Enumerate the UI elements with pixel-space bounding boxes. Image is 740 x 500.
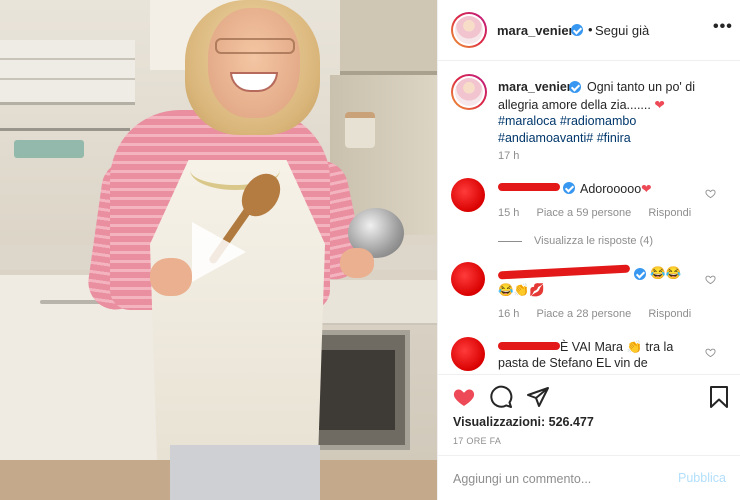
comment-icon[interactable] xyxy=(489,385,513,409)
caption-avatar[interactable] xyxy=(451,74,487,110)
verified-badge-icon xyxy=(634,268,646,280)
more-horizontal-icon[interactable]: ••• xyxy=(713,19,733,35)
hashtag-link[interactable]: #andiamoavanti# xyxy=(498,131,593,145)
heart-emoji-icon: ❤ xyxy=(654,98,665,112)
post-side-panel: mara_venier • Segui già ••• mara_venier … xyxy=(437,0,740,500)
caption-hashtags: #andiamoavanti# #finira xyxy=(498,131,631,145)
comment-like-heart-icon[interactable] xyxy=(705,274,716,285)
comment-like-heart-icon[interactable] xyxy=(705,347,716,358)
oven-window xyxy=(315,350,395,430)
redacted-username xyxy=(498,183,560,191)
caption-text: Ogni tanto un po' di xyxy=(587,80,696,94)
play-icon[interactable] xyxy=(186,220,250,284)
reply-button[interactable]: Rispondi xyxy=(648,308,691,320)
comment-input[interactable] xyxy=(453,470,668,488)
comment-text: 😂😂 xyxy=(650,266,682,280)
post-actions: Visualizzazioni: 526.477 17 ORE FA Pubbl… xyxy=(438,374,740,500)
hashtag-link[interactable]: #maraloca xyxy=(498,114,556,128)
share-icon[interactable] xyxy=(526,385,550,409)
views-count[interactable]: Visualizzazioni: 526.477 xyxy=(453,415,594,429)
add-comment-bar: Pubblica xyxy=(438,455,740,500)
jar xyxy=(345,112,375,148)
comment-avatar[interactable] xyxy=(451,337,485,371)
comment-likes[interactable]: Piace a 59 persone xyxy=(536,207,631,219)
caption-timestamp[interactable]: 17 h xyxy=(498,150,519,162)
dish xyxy=(14,140,84,158)
comment-avatar[interactable] xyxy=(451,262,485,296)
caption-hashtags: #maraloca #radiomambo xyxy=(498,114,636,128)
upper-cabinet xyxy=(340,0,437,75)
caption-username[interactable]: mara_venier xyxy=(498,80,572,94)
comment-text: È VAI Mara 👏 tra la xyxy=(560,340,674,354)
redacted-username xyxy=(498,342,560,350)
verified-badge-icon xyxy=(563,182,575,194)
person-pants xyxy=(170,445,320,500)
like-heart-icon[interactable] xyxy=(452,385,476,409)
hashtag-link[interactable]: #radiomambo xyxy=(560,114,636,128)
reply-button[interactable]: Rispondi xyxy=(648,207,691,219)
comment-text: 😂👏💋 xyxy=(498,283,545,297)
bookmark-icon[interactable] xyxy=(707,385,731,409)
verified-badge-icon xyxy=(569,81,581,93)
person-face xyxy=(208,8,300,118)
caption-text-line2: allegria amore della zia....... ❤ xyxy=(498,98,665,112)
kitchen-rail xyxy=(0,128,130,131)
person-glasses xyxy=(215,38,295,54)
comment-meta: 15 h Piace a 59 persone Rispondi xyxy=(498,207,705,219)
person-apron xyxy=(150,160,325,460)
comment-likes[interactable]: Piace a 28 persone xyxy=(536,308,631,320)
avatar[interactable] xyxy=(451,12,487,48)
comment-time[interactable]: 15 h xyxy=(498,207,519,219)
post-header: mara_venier • Segui già ••• xyxy=(438,0,740,61)
hashtag-link[interactable]: #finira xyxy=(597,131,631,145)
redacted-username xyxy=(497,264,631,280)
person-right-hand xyxy=(340,248,374,278)
dish-rack xyxy=(0,40,135,105)
follow-status-button[interactable]: Segui già xyxy=(595,23,649,38)
comment-text: pasta de Stefano EL vin de xyxy=(498,356,648,370)
view-replies-link[interactable]: Visualizza le risposte (4) xyxy=(498,235,653,247)
comment-meta: 16 h Piace a 28 persone Rispondi xyxy=(498,308,705,320)
verified-badge-icon xyxy=(571,24,583,36)
comments-list[interactable]: mara_venier Ogni tanto un po' di allegri… xyxy=(438,62,740,374)
publish-button[interactable]: Pubblica xyxy=(678,471,726,485)
header-username[interactable]: mara_venier xyxy=(497,23,574,38)
separator-dot: • xyxy=(588,22,593,37)
comment-text: Adorooooo❤ xyxy=(580,182,652,196)
comment-time[interactable]: 16 h xyxy=(498,308,519,320)
comment-avatar[interactable] xyxy=(451,178,485,212)
comment-like-heart-icon[interactable] xyxy=(705,188,716,199)
post-video[interactable] xyxy=(0,0,437,500)
post-age[interactable]: 17 ORE FA xyxy=(453,436,501,446)
